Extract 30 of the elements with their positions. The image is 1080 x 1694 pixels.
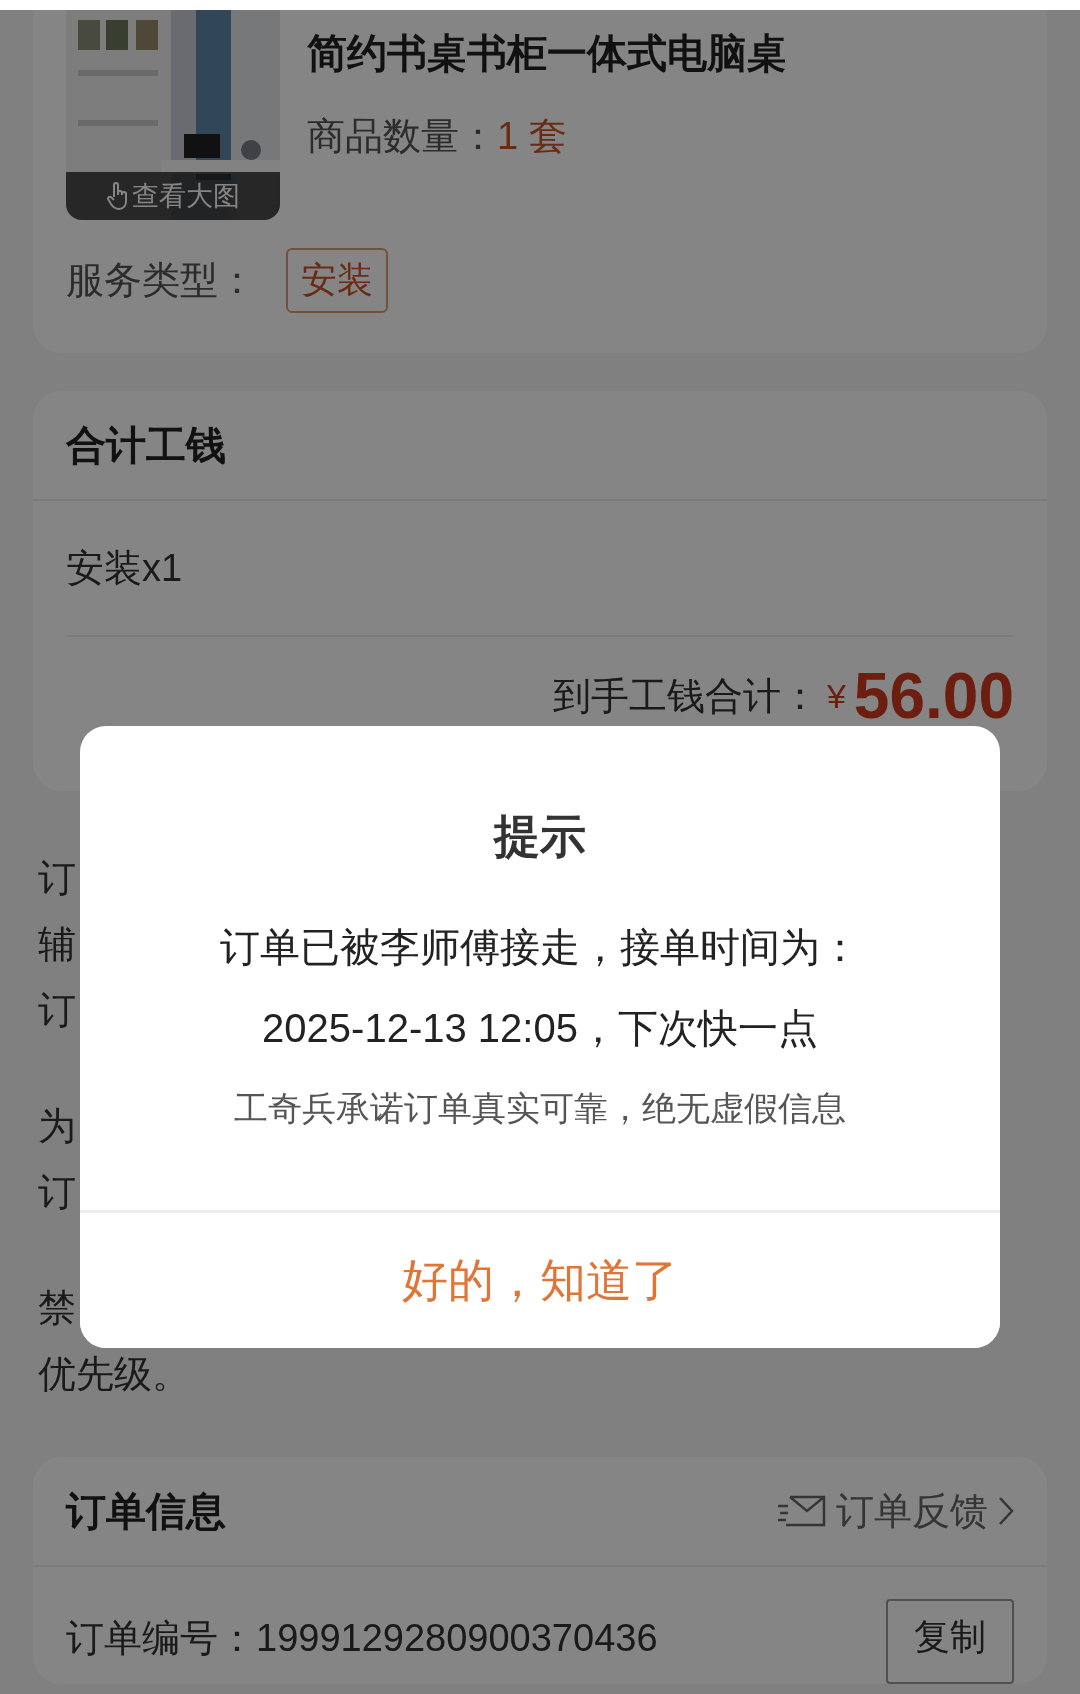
notice-text: 订 bbox=[38, 988, 76, 1033]
product-name: 简约书桌书柜一体式电脑桌 bbox=[307, 30, 787, 77]
feedback-link[interactable]: 订单反馈 bbox=[776, 1485, 1014, 1537]
dialog-message: 2025-12-13 12:05，下次快一点 bbox=[262, 1005, 818, 1052]
view-image-button[interactable]: 查看大图 bbox=[66, 172, 280, 220]
notice-text: 订 bbox=[38, 856, 76, 901]
wage-item: 安装x1 bbox=[66, 501, 1014, 637]
order-number: 订单编号：1999129280900370436 bbox=[66, 1616, 658, 1661]
copy-button[interactable]: 复制 bbox=[886, 1599, 1014, 1684]
service-type-label: 服务类型： bbox=[66, 258, 257, 303]
confirm-button[interactable]: 好的，知道了 bbox=[80, 1210, 1000, 1348]
currency-symbol: ¥ bbox=[826, 676, 846, 716]
notice-text: 辅 bbox=[38, 922, 76, 967]
dialog-note: 工奇兵承诺订单真实可靠，绝无虚假信息 bbox=[234, 1088, 846, 1129]
notice-text: 禁 bbox=[38, 1286, 76, 1331]
total-amount: 56.00 bbox=[853, 659, 1014, 733]
notice-text: 订 bbox=[38, 1170, 76, 1215]
total-label: 到手工钱合计： bbox=[552, 673, 819, 719]
service-tag: 安装 bbox=[286, 248, 388, 313]
dialog-message: 订单已被李师傅接走，接单时间为： bbox=[220, 924, 860, 971]
hand-pointer-icon bbox=[106, 181, 130, 211]
dialog-title: 提示 bbox=[492, 809, 587, 864]
quantity-label: 商品数量： bbox=[307, 114, 497, 159]
section-title: 合计工钱 bbox=[66, 421, 226, 469]
quantity-value: 1 套 bbox=[497, 114, 567, 159]
notice-text: 为 bbox=[38, 1104, 76, 1149]
envelope-icon bbox=[776, 1494, 826, 1528]
section-title: 订单信息 bbox=[66, 1487, 226, 1535]
chevron-right-icon bbox=[998, 1496, 1014, 1526]
notice-text: 优先级。 bbox=[38, 1352, 190, 1397]
